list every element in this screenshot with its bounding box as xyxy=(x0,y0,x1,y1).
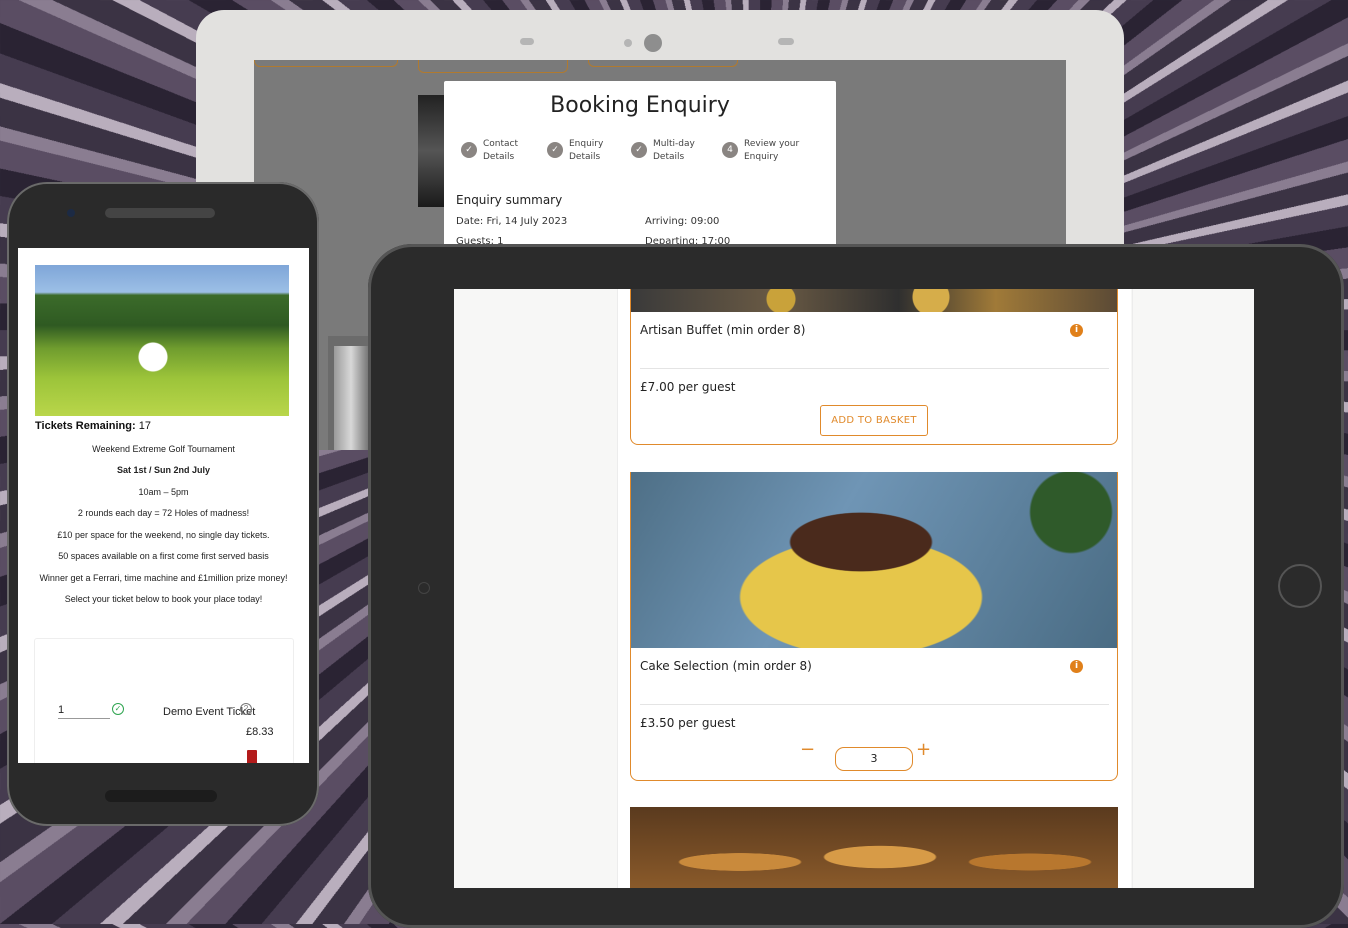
monitor-camera xyxy=(644,34,662,52)
step-label: Multi-day Details xyxy=(653,139,695,162)
menu-item-card: Artisan Buffet (min order 8) i £7.00 per… xyxy=(630,289,1118,445)
phone-home-bar xyxy=(105,790,217,802)
event-description-line: Weekend Extreme Golf Tournament xyxy=(92,444,235,454)
modal-title: Booking Enquiry xyxy=(550,93,730,118)
background-tab xyxy=(588,60,738,67)
divider xyxy=(640,704,1109,705)
quantity-input[interactable]: 3 xyxy=(835,747,913,771)
event-description-line: 2 rounds each day = 72 Holes of madness! xyxy=(77,508,250,518)
summary-date: Date: Fri, 14 July 2023 xyxy=(456,216,568,227)
cake-image xyxy=(631,472,1117,648)
menu-item-title: Artisan Buffet (min order 8) xyxy=(640,323,806,337)
event-description-line: 50 spaces available on a first come firs… xyxy=(58,551,269,561)
tickets-remaining-value: 17 xyxy=(138,420,151,432)
step-label: Contact Details xyxy=(483,139,519,162)
artwork-image xyxy=(334,346,368,450)
right-gutter xyxy=(1131,289,1254,888)
event-description-line: Select your ticket below to book your pl… xyxy=(64,594,263,604)
tickets-remaining: Tickets Remaining: 17 xyxy=(35,420,151,432)
event-description-line: £10 per space for the weekend, no single… xyxy=(57,530,270,540)
monitor-sensor xyxy=(520,38,534,45)
summary-title: Enquiry summary xyxy=(456,193,563,207)
help-icon[interactable]: ? xyxy=(240,703,252,715)
trash-icon[interactable] xyxy=(247,750,257,763)
ticket-quantity-input[interactable]: 1 xyxy=(58,704,110,719)
menu-item-price: £3.50 per guest xyxy=(640,716,736,730)
tablet-screen: Artisan Buffet (min order 8) i £7.00 per… xyxy=(454,289,1254,888)
check-circle-icon: ✓ xyxy=(112,703,124,715)
ticket-card xyxy=(34,638,294,763)
step-review-enquiry[interactable]: 4 Review your Enquiry xyxy=(722,138,799,164)
tablet-home-button[interactable] xyxy=(1278,564,1322,608)
divider xyxy=(640,368,1109,369)
step-contact-details[interactable]: ✓ Contact Details xyxy=(461,138,518,164)
step-label: Review your Enquiry xyxy=(744,139,800,162)
croissant-image xyxy=(630,807,1118,888)
ticket-price: £8.33 xyxy=(246,726,274,738)
summary-arriving: Arriving: 09:00 xyxy=(645,216,720,227)
left-gutter xyxy=(454,289,617,888)
check-icon: ✓ xyxy=(461,142,477,158)
add-to-basket-button[interactable]: ADD TO BASKET xyxy=(820,405,928,436)
phone-screen: Tickets Remaining: 17 Weekend Extreme Go… xyxy=(18,248,309,763)
check-icon: ✓ xyxy=(547,142,563,158)
info-icon[interactable]: i xyxy=(1070,324,1083,337)
background-tab xyxy=(418,60,568,73)
increase-quantity-button[interactable]: + xyxy=(916,739,931,760)
menu-item-card: Cake Selection (min order 8) i £3.50 per… xyxy=(630,472,1118,781)
tickets-remaining-label: Tickets Remaining: xyxy=(35,420,136,432)
step-enquiry-details[interactable]: ✓ Enquiry Details xyxy=(547,138,603,164)
golf-ball-image xyxy=(35,265,289,416)
buffet-image xyxy=(631,289,1117,312)
step-label: Enquiry Details xyxy=(569,139,604,162)
event-description-line: Winner get a Ferrari, time machine and £… xyxy=(39,573,288,583)
event-description-line: Sat 1st / Sun 2nd July xyxy=(116,465,211,475)
decrease-quantity-button[interactable]: − xyxy=(800,739,815,760)
menu-item-price: £7.00 per guest xyxy=(640,380,736,394)
monitor-sensor xyxy=(624,39,632,47)
background-image xyxy=(418,95,444,207)
booking-enquiry-modal: Booking Enquiry ✓ Contact Details ✓ Enqu… xyxy=(444,81,836,251)
phone-speaker xyxy=(105,208,215,218)
step-number-icon: 4 xyxy=(722,142,738,158)
phone-camera xyxy=(67,209,75,217)
tablet-camera xyxy=(418,582,430,594)
step-multi-day-details[interactable]: ✓ Multi-day Details xyxy=(631,138,695,164)
monitor-sensor xyxy=(778,38,794,45)
background-tab xyxy=(254,60,398,67)
menu-item-title: Cake Selection (min order 8) xyxy=(640,659,812,673)
info-icon[interactable]: i xyxy=(1070,660,1083,673)
check-icon: ✓ xyxy=(631,142,647,158)
event-description-line: 10am – 5pm xyxy=(138,487,189,497)
